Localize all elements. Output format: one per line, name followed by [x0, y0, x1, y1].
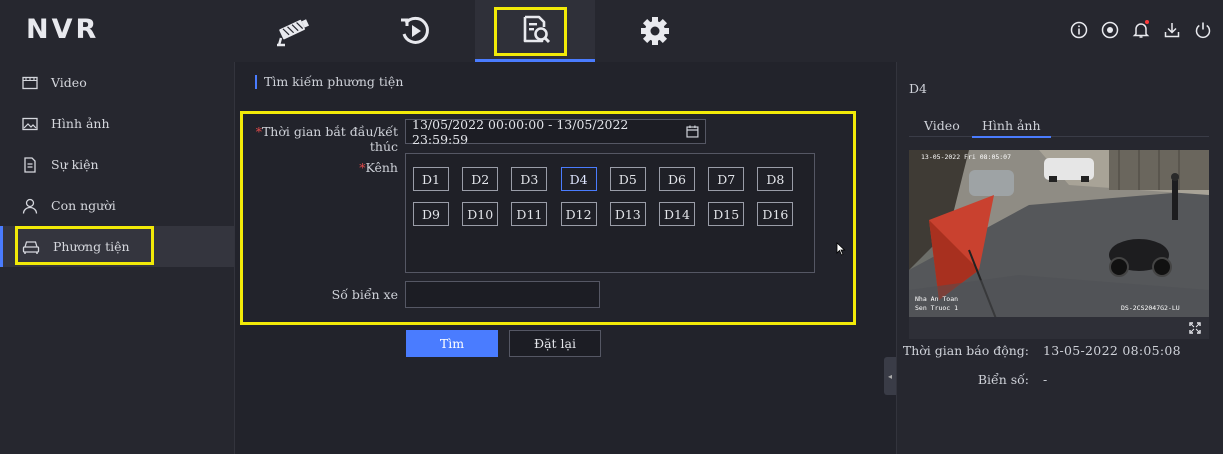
sidebar-item-video[interactable]: Video: [0, 62, 234, 103]
preview-tabs: Video Hình ảnh: [909, 116, 1209, 138]
plate-number-value: -: [1043, 372, 1048, 387]
snapshot-camera-model: DS-2CS2047G2-LU: [1121, 304, 1180, 312]
sidebar-item-label: Hình ảnh: [51, 116, 110, 131]
image-icon: [22, 117, 38, 130]
preview-channel-title: D4: [909, 81, 927, 96]
app-logo: NVR: [26, 14, 100, 45]
event-icon: [24, 156, 36, 173]
tab-preview-image[interactable]: Hình ảnh: [972, 118, 1051, 138]
download-icon[interactable]: [1162, 20, 1182, 40]
plate-number-label: Biển số:: [977, 372, 1029, 387]
sidebar-item-label: Video: [51, 75, 87, 90]
reset-button[interactable]: Đặt lại: [509, 330, 601, 357]
snapshot-image: 13-05-2022 Fri 08:05:07 Nha An Toan Sen …: [909, 150, 1209, 339]
top-bar: NVR: [0, 0, 1223, 62]
snapshot-toolbar: [909, 317, 1209, 339]
video-icon: [22, 76, 38, 89]
top-right-icons: [1069, 20, 1213, 40]
highlight-search-form: [240, 111, 856, 325]
alarm-time-label: Thời gian báo động:: [902, 343, 1029, 358]
snapshot-overlay-line1: Nha An Toan: [915, 295, 958, 303]
sidebar-item-person[interactable]: Con người: [0, 185, 234, 226]
snapshot-timestamp: 13-05-2022 Fri 08:05:07: [921, 153, 1011, 161]
tab-preview-video[interactable]: Video: [924, 118, 960, 136]
tab-live-view[interactable]: [235, 0, 355, 62]
sidebar-item-label: Sự kiện: [51, 157, 99, 172]
playback-icon: [401, 16, 429, 44]
sidebar-item-label: Con người: [51, 198, 116, 213]
collapse-panel-button[interactable]: ◂: [884, 357, 896, 395]
notification-dot: [1145, 20, 1149, 24]
highlight-vehicle-item: [15, 226, 154, 265]
sidebar-item-event[interactable]: Sự kiện: [0, 144, 234, 185]
preview-panel: D4 Video Hình ảnh 13-05-2022 Fri 08:05:0…: [896, 62, 1223, 454]
gear-icon: [641, 17, 669, 45]
search-button[interactable]: Tìm: [406, 330, 498, 357]
bell-icon[interactable]: [1131, 20, 1151, 40]
person-icon: [22, 198, 38, 214]
camera-icon: [277, 19, 310, 47]
fullscreen-icon[interactable]: [1189, 322, 1201, 334]
mouse-cursor-icon: [836, 242, 846, 256]
power-icon[interactable]: [1193, 20, 1213, 40]
info-icon[interactable]: [1069, 20, 1089, 40]
sidebar-item-image[interactable]: Hình ảnh: [0, 103, 234, 144]
breadcrumb: Tìm kiếm phương tiện: [255, 75, 403, 89]
tab-settings[interactable]: [595, 0, 715, 62]
highlight-search-tab: [494, 7, 567, 56]
record-icon[interactable]: [1100, 20, 1120, 40]
tab-playback[interactable]: [355, 0, 475, 62]
snapshot-overlay-line2: Sen Truoc 1: [915, 304, 958, 312]
alarm-time-value: 13-05-2022 08:05:08: [1043, 343, 1181, 358]
